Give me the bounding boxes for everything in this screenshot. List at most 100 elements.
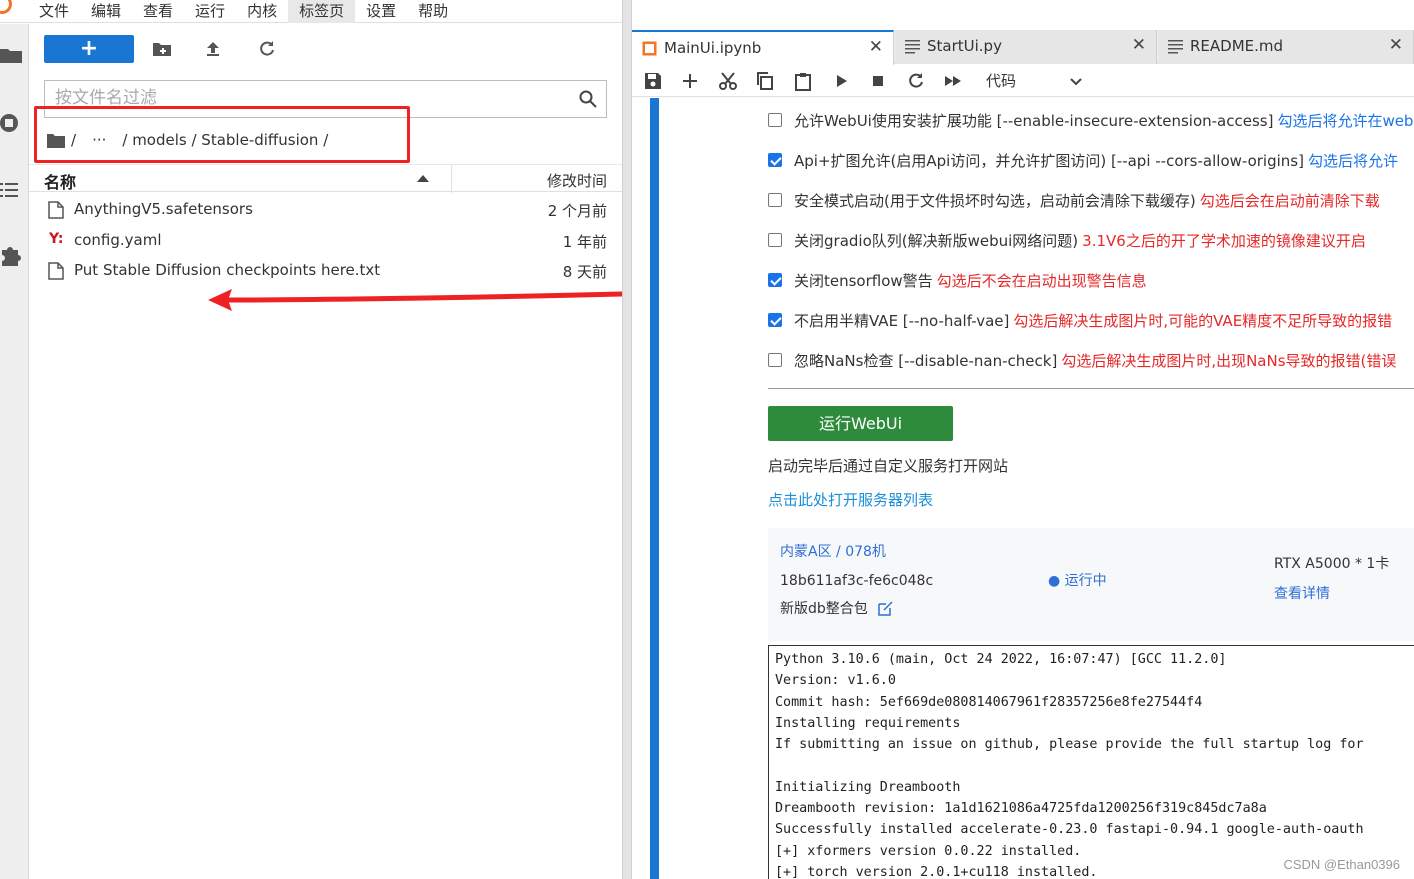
file-name: Put Stable Diffusion checkpoints here.tx… [74, 261, 381, 279]
save-icon[interactable] [643, 71, 663, 91]
tab-readme[interactable]: README.md ✕ [1158, 30, 1414, 64]
file-row[interactable]: Y: config.yaml 1 年前 [29, 226, 622, 256]
console-line: Initializing Dreambooth [775, 779, 961, 795]
file-name: config.yaml [74, 231, 162, 249]
option-note: 勾选后不会在启动出现警告信息 [936, 271, 1147, 290]
tab-startui[interactable]: StartUi.py ✕ [895, 30, 1157, 64]
chevron-down-icon[interactable] [1066, 71, 1086, 91]
option-checkbox[interactable] [768, 233, 782, 247]
option-note: 勾选后解决生成图片时,可能的VAE精度不足所导致的报错 [1013, 311, 1393, 330]
file-row[interactable]: Put Stable Diffusion checkpoints here.tx… [29, 256, 622, 286]
after-run-text: 启动完毕后通过自定义服务打开网站 [768, 457, 1009, 475]
menu-run[interactable]: 运行 [184, 0, 236, 23]
insert-cell-icon[interactable] [680, 71, 700, 91]
notebook-toolbar: 代码 [632, 65, 1414, 97]
copy-icon[interactable] [755, 71, 775, 91]
option-checkbox[interactable] [768, 273, 782, 287]
menu-help[interactable]: 帮助 [407, 0, 459, 23]
option-note: 勾选后将允许在web [1277, 111, 1414, 130]
option-checkbox[interactable] [768, 193, 782, 207]
sort-ascending-icon[interactable] [417, 175, 429, 182]
console-line: Version: v1.6.0 [775, 673, 896, 689]
console-line: Installing requirements [775, 715, 961, 731]
fast-forward-icon[interactable] [943, 71, 963, 91]
folder-icon[interactable] [0, 44, 22, 66]
edit-icon[interactable] [878, 600, 893, 616]
status-badge: ● 运行中 [1048, 573, 1107, 589]
file-browser: + / ··· / models / Stable-diffusion / 名称… [29, 24, 622, 879]
package-name: 新版db整合包 [780, 601, 868, 617]
notebook-icon [642, 41, 657, 56]
menu-kernel[interactable]: 内核 [236, 0, 288, 23]
run-webui-button[interactable]: 运行WebUi [768, 406, 953, 441]
tab-label: StartUi.py [927, 37, 1002, 55]
server-region[interactable]: 内蒙A区 / 078机 [780, 541, 886, 561]
option-label: 关闭tensorflow警告 [794, 271, 933, 290]
server-card: 内蒙A区 / 078机 18b611af3c-fe6c048c 新版db整合包 … [768, 528, 1414, 641]
option-label: 忽略NaNs检查 [--disable-nan-check] [794, 351, 1058, 370]
new-launcher-button[interactable]: + [44, 35, 134, 63]
yaml-icon: Y: [49, 231, 64, 247]
option-checkbox[interactable] [768, 313, 782, 327]
view-details-link[interactable]: 查看详情 [1274, 583, 1330, 603]
option-checkbox[interactable] [768, 353, 782, 367]
table-of-contents-icon[interactable] [0, 179, 22, 201]
option-row: 不启用半精VAE [--no-half-vae] 勾选后解决生成图片时,可能的V… [768, 308, 1392, 332]
option-checkbox[interactable] [768, 153, 782, 167]
activity-bar [0, 24, 29, 879]
restart-kernel-icon[interactable] [906, 71, 926, 91]
menu-edit[interactable]: 编辑 [80, 0, 132, 23]
upload-icon[interactable] [203, 39, 223, 59]
menu-settings[interactable]: 设置 [355, 0, 407, 23]
option-row: 关闭gradio队列(解决新版webui网络问题) 3.1V6之后的开了学术加速… [768, 228, 1366, 252]
option-row: 忽略NaNs检查 [--disable-nan-check] 勾选后解决生成图片… [768, 348, 1396, 372]
console-line: Dreambooth revision: 1a1d1621086a4725fda… [775, 801, 1267, 817]
tab-mainui[interactable]: MainUi.ipynb ✕ [632, 30, 894, 65]
column-divider[interactable] [451, 165, 452, 193]
file-icon [48, 201, 64, 219]
tab-label: README.md [1190, 37, 1284, 55]
file-name: AnythingV5.safetensors [74, 200, 253, 218]
extension-puzzle-icon[interactable] [0, 244, 22, 266]
cell-type-select[interactable]: 代码 [986, 70, 1016, 91]
panel-splitter[interactable] [622, 0, 632, 879]
jupyter-logo-icon [0, 0, 12, 14]
running-kernels-icon[interactable] [0, 112, 22, 134]
close-icon[interactable]: ✕ [869, 37, 883, 57]
notebook-output-area: 允许WebUi使用安装扩展功能 [--enable-insecure-exten… [632, 98, 1414, 879]
column-header-name[interactable]: 名称 [44, 169, 76, 193]
stop-icon[interactable] [868, 71, 888, 91]
close-icon[interactable]: ✕ [1132, 35, 1146, 55]
new-folder-icon[interactable] [152, 39, 172, 59]
server-list-link[interactable]: 点击此处打开服务器列表 [768, 489, 933, 510]
menu-tabs[interactable]: 标签页 [288, 0, 356, 23]
file-browser-toolbar: + [29, 24, 622, 74]
text-file-icon [905, 40, 920, 54]
console-output: Python 3.10.6 (main, Oct 24 2022, 16:07:… [768, 645, 1414, 879]
option-checkbox[interactable] [768, 113, 782, 127]
menu-file[interactable]: 文件 [28, 0, 80, 23]
paste-icon[interactable] [793, 71, 813, 91]
active-cell-indicator[interactable] [650, 98, 659, 879]
gpu-info: RTX A5000 * 1卡 [1274, 556, 1390, 572]
run-cell-icon[interactable] [831, 71, 851, 91]
file-list-header: 名称 修改时间 [29, 164, 622, 193]
file-row[interactable]: AnythingV5.safetensors 2 个月前 [29, 195, 622, 225]
option-row: 安全模式启动(用于文件损坏时勾选，启动前会清除下载缓存) 勾选后会在启动前清除下… [768, 188, 1380, 212]
annotation-highlight-box [34, 106, 410, 163]
search-icon[interactable] [578, 89, 598, 109]
close-icon[interactable]: ✕ [1389, 35, 1403, 55]
menu-view[interactable]: 查看 [132, 0, 184, 23]
column-header-modified[interactable]: 修改时间 [547, 170, 607, 191]
cut-icon[interactable] [718, 71, 738, 91]
option-note: 勾选后解决生成图片时,出现NaNs导致的报错(错误 [1061, 351, 1397, 370]
text-file-icon [1168, 40, 1183, 54]
tab-bar: MainUi.ipynb ✕ StartUi.py ✕ README.md ✕ [632, 30, 1414, 65]
console-line: Python 3.10.6 (main, Oct 24 2022, 16:07:… [775, 652, 1227, 667]
refresh-icon[interactable] [257, 39, 277, 59]
option-label: 不启用半精VAE [--no-half-vae] [794, 311, 1010, 330]
console-line: Commit hash: 5ef669de080814067961f283572… [775, 694, 1203, 710]
watermark: CSDN @Ethan0396 [1283, 857, 1400, 872]
option-label: Api+扩图允许(启用Api访问，并允许扩图访问) [--api --cors-… [794, 151, 1304, 170]
